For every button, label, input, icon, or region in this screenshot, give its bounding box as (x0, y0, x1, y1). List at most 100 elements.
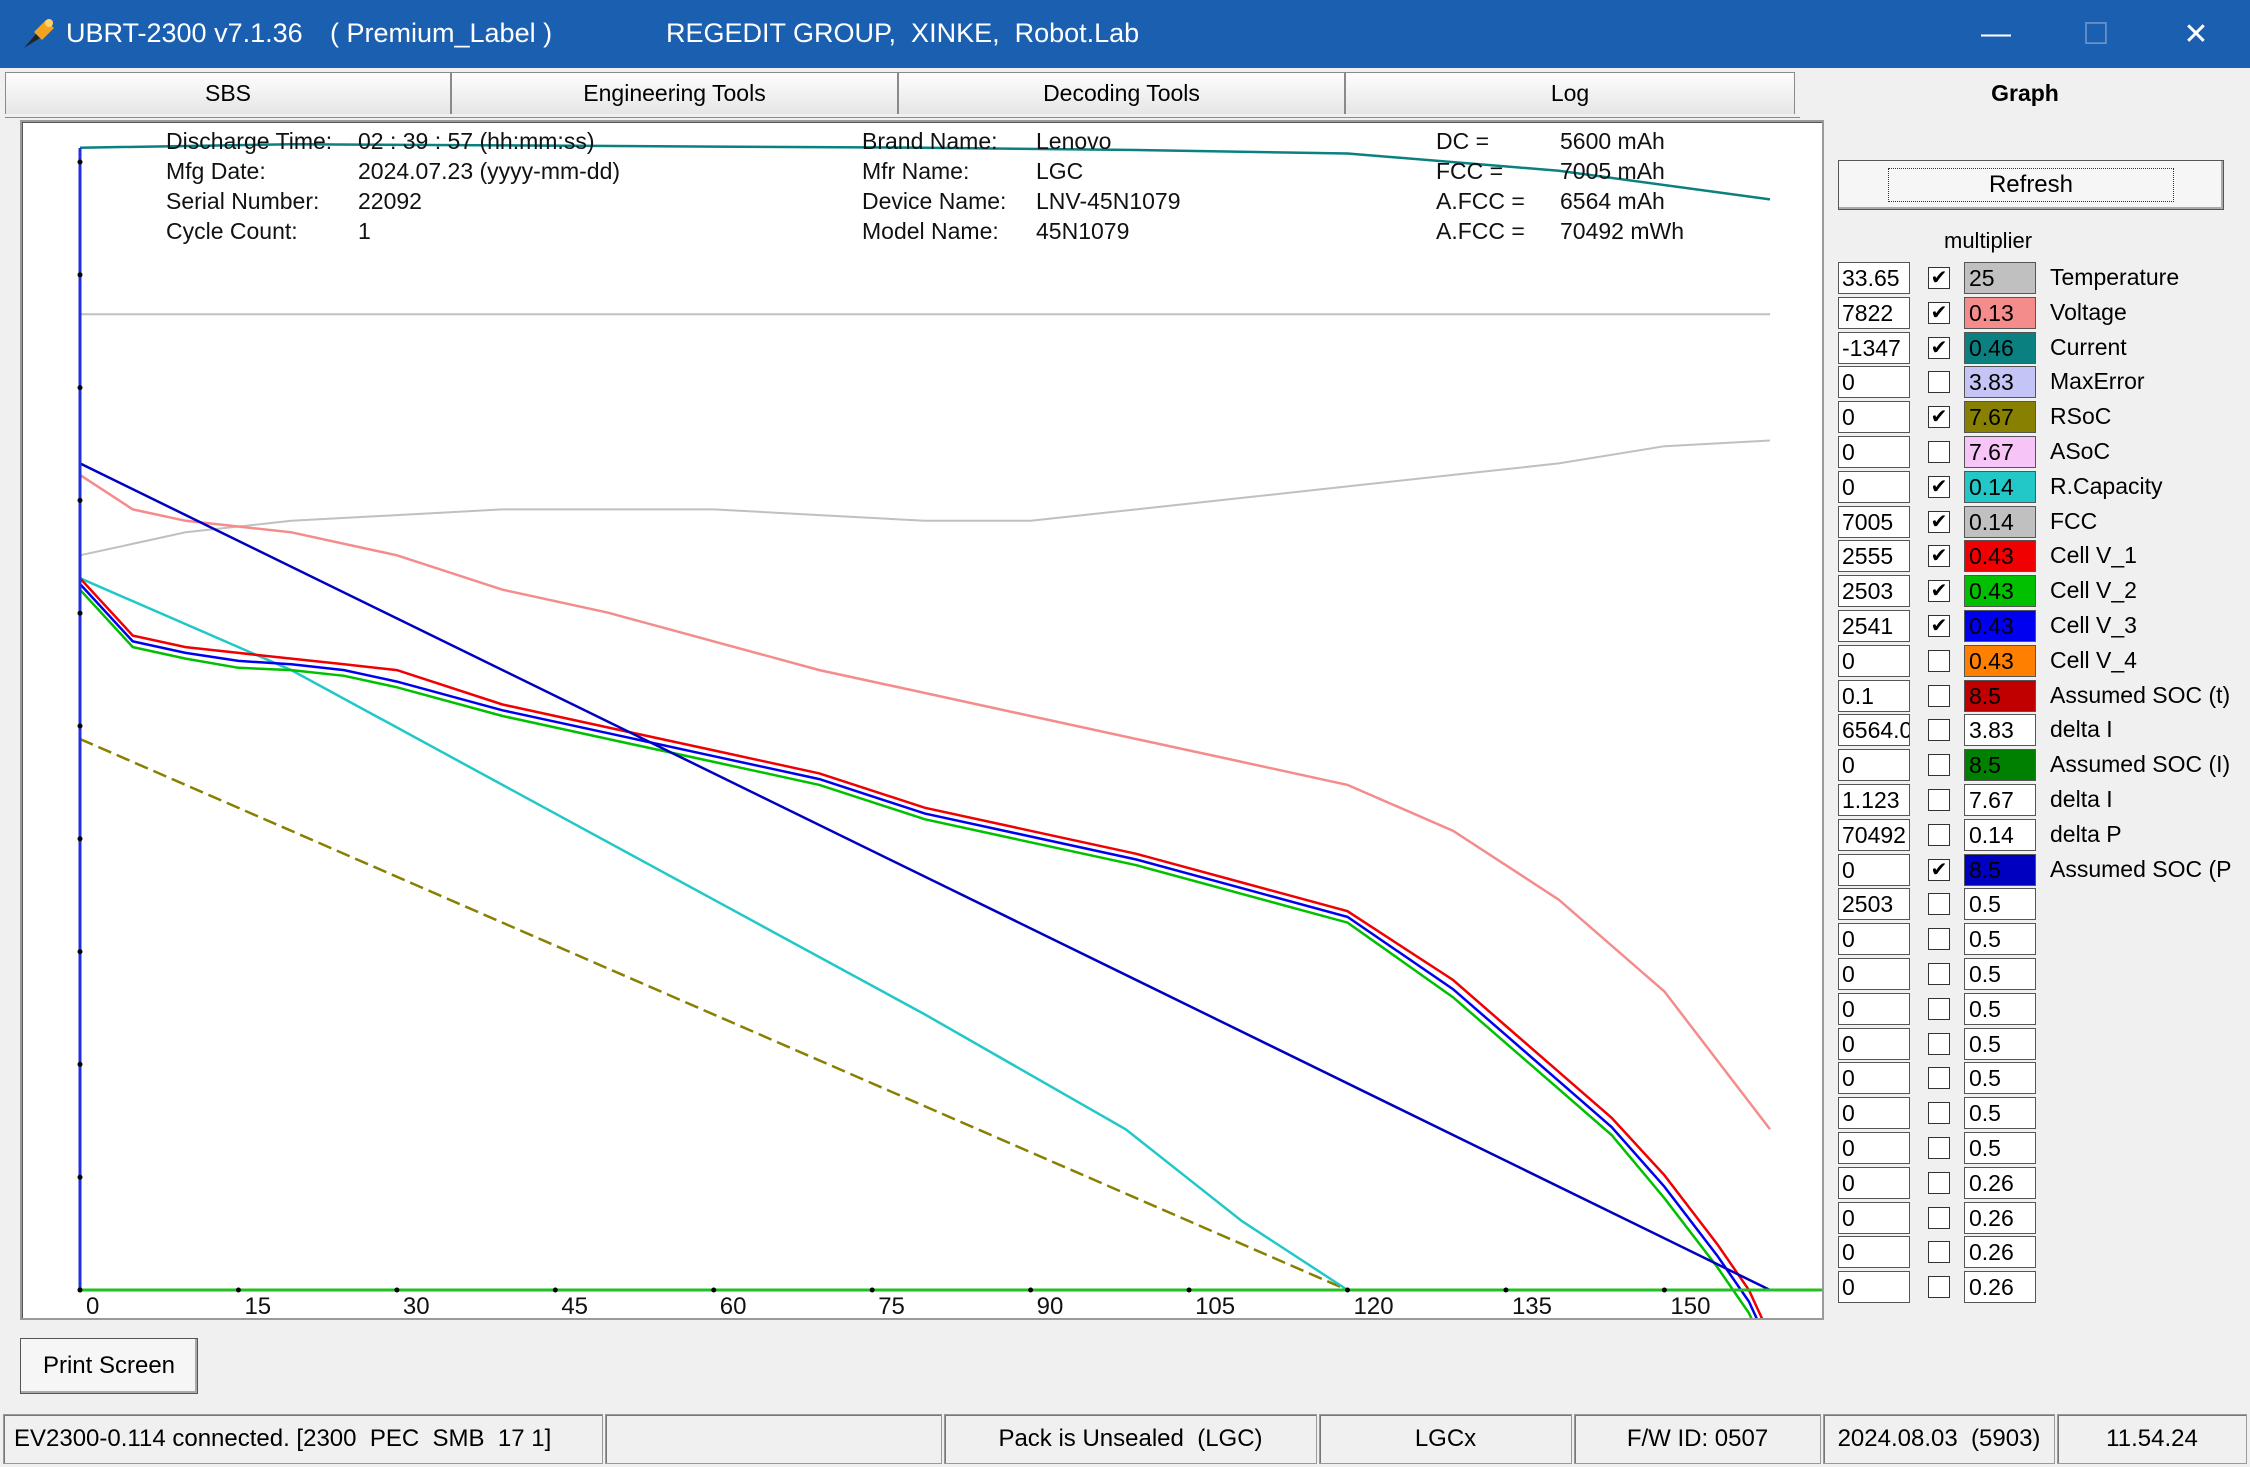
channel-multiplier[interactable]: 0.43 (1964, 644, 2036, 677)
channel-multiplier[interactable]: 0.26 (1964, 1236, 2036, 1269)
channel-checkbox[interactable]: ✔ (1928, 510, 1950, 533)
tab-engineering-tools[interactable]: Engineering Tools (451, 72, 898, 114)
channel-multiplier[interactable]: 0.5 (1964, 1097, 2036, 1130)
channel-multiplier[interactable]: 3.83 (1964, 366, 2036, 399)
channel-multiplier[interactable]: 0.43 (1964, 575, 2036, 608)
channel-checkbox[interactable] (1928, 1067, 1950, 1090)
channel-multiplier[interactable]: 0.14 (1964, 818, 2036, 851)
channel-checkbox[interactable] (1928, 371, 1950, 394)
channel-multiplier[interactable]: 0.5 (1964, 1062, 2036, 1095)
channel-checkbox[interactable] (1928, 997, 1950, 1020)
channel-checkbox[interactable]: ✔ (1928, 858, 1950, 881)
channel-checkbox[interactable] (1928, 893, 1950, 916)
channel-checkbox[interactable] (1928, 1206, 1950, 1229)
channel-multiplier[interactable]: 7.67 (1964, 436, 2036, 468)
y-tick (77, 272, 83, 278)
channel-checkbox[interactable]: ✔ (1928, 615, 1950, 637)
channel-checkbox[interactable] (1928, 719, 1950, 742)
channel-multiplier[interactable]: 0.26 (1964, 1201, 2036, 1234)
channel-checkbox[interactable] (1928, 684, 1950, 707)
print-screen-button[interactable]: Print Screen (20, 1338, 198, 1394)
channel-multiplier[interactable]: 0.5 (1964, 923, 2036, 956)
tab-log[interactable]: Log (1345, 72, 1795, 114)
channel-multiplier[interactable]: 0.14 (1964, 470, 2036, 503)
tab-decoding-tools[interactable]: Decoding Tools (898, 72, 1345, 114)
channel-multiplier[interactable]: 0.43 (1964, 540, 2036, 573)
channel-multiplier[interactable]: 0.5 (1964, 1132, 2036, 1164)
afcc-mah-label: A.FCC = (1436, 188, 1525, 214)
model-name-label: Model Name: (862, 218, 999, 244)
channel-multiplier[interactable]: 0.5 (1964, 1027, 2036, 1060)
channel-checkbox[interactable]: ✔ (1928, 545, 1950, 568)
channel-checkbox[interactable] (1928, 441, 1950, 463)
status-firmware: F/W ID: 0507 (1574, 1414, 1821, 1464)
afcc-mwh-label: A.FCC = (1436, 218, 1525, 244)
channel-multiplier[interactable]: 7.67 (1964, 784, 2036, 816)
channel-checkbox[interactable] (1928, 1241, 1950, 1264)
channel-value: 33.65 (1838, 262, 1910, 294)
channel-checkbox[interactable] (1928, 928, 1950, 951)
afcc-mwh-value: 70492 mWh (1560, 218, 1685, 244)
channel-multiplier[interactable]: 0.13 (1964, 296, 2036, 329)
channel-checkbox[interactable]: ✔ (1928, 406, 1950, 429)
channel-multiplier[interactable]: 0.43 (1964, 610, 2036, 642)
channel-checkbox[interactable] (1928, 1032, 1950, 1055)
status-seal: Pack is Unsealed (LGC) (944, 1414, 1317, 1464)
fcc-label: FCC = (1436, 158, 1504, 184)
x-tick (711, 1287, 717, 1293)
channel-multiplier[interactable]: 0.14 (1964, 505, 2036, 538)
channel-checkbox[interactable] (1928, 789, 1950, 811)
serial-number-value: 22092 (358, 188, 422, 214)
channel-checkbox[interactable]: ✔ (1928, 475, 1950, 498)
serial-number-label: Serial Number: (166, 188, 320, 214)
tab-graph[interactable]: Graph (1800, 68, 2250, 118)
channel-checkbox[interactable]: ✔ (1928, 336, 1950, 359)
channel-multiplier[interactable]: 8.5 (1964, 749, 2036, 782)
channel-label: R.Capacity (2050, 472, 2163, 499)
channel-value: 0 (1838, 992, 1910, 1025)
channel-checkbox[interactable] (1928, 963, 1950, 985)
channel-checkbox[interactable] (1928, 1137, 1950, 1159)
channel-checkbox[interactable]: ✔ (1928, 580, 1950, 603)
brand-name-value: Lenovo (1036, 128, 1112, 154)
channel-multiplier[interactable]: 25 (1964, 262, 2036, 294)
channel-value: 0 (1838, 1062, 1910, 1095)
channel-checkbox[interactable]: ✔ (1928, 301, 1950, 324)
channel-multiplier[interactable]: 8.5 (1964, 679, 2036, 712)
channel-value: 0 (1838, 1132, 1910, 1164)
refresh-button[interactable]: Refresh (1838, 160, 2224, 210)
channel-multiplier[interactable]: 0.46 (1964, 331, 2036, 364)
y-tick (77, 610, 83, 616)
channel-checkbox[interactable] (1928, 1276, 1950, 1299)
channel-checkbox[interactable] (1928, 754, 1950, 777)
series-line (79, 588, 1753, 1318)
close-button[interactable]: ✕ (2146, 0, 2246, 68)
channel-multiplier[interactable]: 3.83 (1964, 714, 2036, 747)
channel-multiplier[interactable]: 8.5 (1964, 853, 2036, 886)
x-tick (1661, 1287, 1667, 1293)
channel-checkbox[interactable] (1928, 1102, 1950, 1125)
channel-checkbox[interactable]: ✔ (1928, 267, 1950, 289)
channel-label: Temperature (2050, 264, 2180, 290)
status-date: 2024.08.03 (5903) (1823, 1414, 2055, 1464)
channel-value: 0 (1838, 923, 1910, 956)
status-empty (605, 1414, 942, 1464)
app-icon (24, 19, 54, 48)
x-tick (1345, 1287, 1350, 1293)
maximize-button[interactable]: ☐ (2046, 0, 2146, 68)
tab-sbs[interactable]: SBS (5, 72, 451, 114)
channel-checkbox[interactable] (1928, 1171, 1950, 1194)
channel-checkbox[interactable] (1928, 823, 1950, 846)
channel-multiplier[interactable]: 0.26 (1964, 1271, 2036, 1304)
channel-multiplier[interactable]: 0.5 (1964, 888, 2036, 921)
device-name-value: LNV-45N1079 (1036, 188, 1181, 214)
channel-multiplier[interactable]: 7.67 (1964, 401, 2036, 434)
multiplier-header: multiplier (1944, 228, 2033, 253)
x-tick (1503, 1287, 1509, 1293)
minimize-button[interactable]: — (1946, 0, 2046, 68)
series-line (79, 577, 1349, 1292)
channel-multiplier[interactable]: 0.5 (1964, 958, 2036, 990)
channel-multiplier[interactable]: 0.26 (1964, 1166, 2036, 1199)
channel-checkbox[interactable] (1928, 649, 1950, 672)
channel-multiplier[interactable]: 0.5 (1964, 992, 2036, 1025)
